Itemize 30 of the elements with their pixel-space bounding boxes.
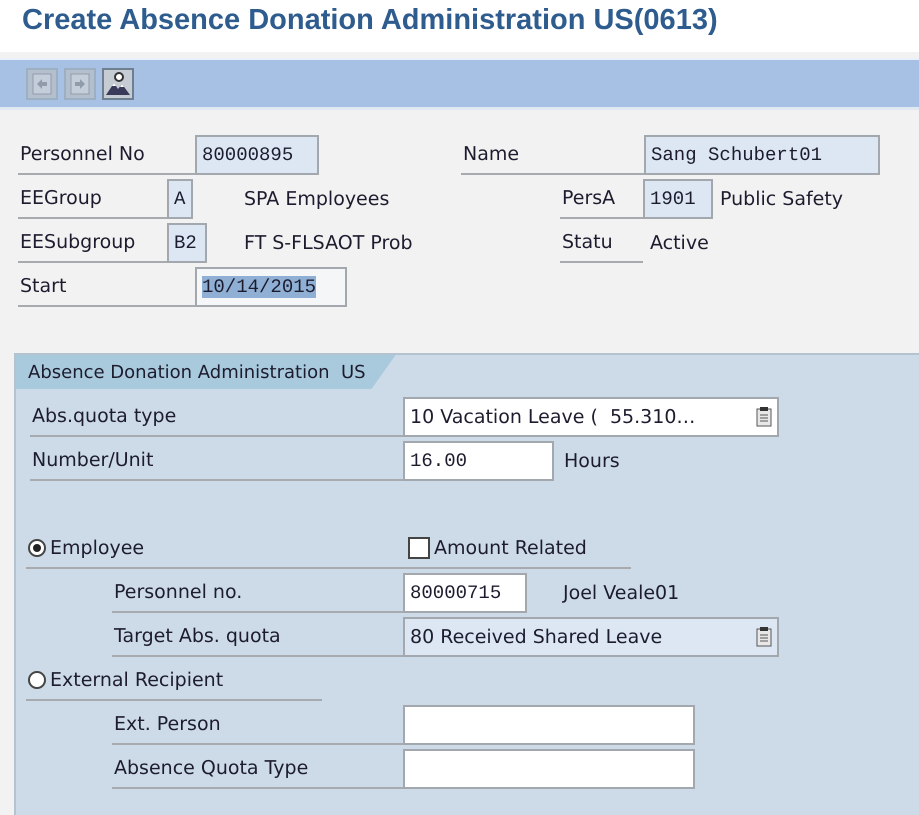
input-field[interactable]: 1901 <box>643 179 713 219</box>
input-field[interactable]: 16.00 <box>403 441 554 481</box>
list-icon <box>756 407 772 427</box>
field-text: Active <box>650 231 709 256</box>
field-label: Statu <box>560 223 643 263</box>
radio-option[interactable]: Employee <box>26 529 406 569</box>
unit-text: Hours <box>564 449 620 474</box>
input-field[interactable]: Sang Schubert01 <box>644 135 880 175</box>
window-title: Create Absence Donation Administration US(0613) <box>0 0 919 52</box>
date-field[interactable]: 10/14/2015 <box>195 267 347 307</box>
radio-option[interactable]: External Recipient <box>26 661 322 701</box>
input-field[interactable]: 80000715 <box>403 573 527 613</box>
field-text: FT S-FLSAOT Prob <box>244 231 414 256</box>
input-field[interactable] <box>403 749 695 789</box>
panel-tab[interactable]: Absence Donation Administration US <box>16 355 396 389</box>
input-field[interactable] <box>403 705 695 745</box>
input-field[interactable]: 80000895 <box>195 135 319 175</box>
dropdown-field[interactable]: 10 Vacation Leave ( 55.310… <box>403 397 779 437</box>
field-label: Number/Unit <box>30 441 403 481</box>
toolbar-button[interactable] <box>102 68 134 100</box>
checkbox-option[interactable]: Amount Related <box>406 529 631 569</box>
field-text: SPA Employees <box>244 187 390 212</box>
dropdown-field[interactable]: 80 Received Shared Leave <box>403 617 779 657</box>
field-text: Public Safety <box>720 187 844 212</box>
input-field[interactable]: B2 <box>167 223 207 263</box>
person-mountain-icon <box>105 70 131 96</box>
input-field[interactable]: A <box>167 179 193 219</box>
list-icon <box>756 627 772 647</box>
field-label: Abs.quota type <box>30 397 403 437</box>
field-text: Joel Veale01 <box>563 581 680 606</box>
